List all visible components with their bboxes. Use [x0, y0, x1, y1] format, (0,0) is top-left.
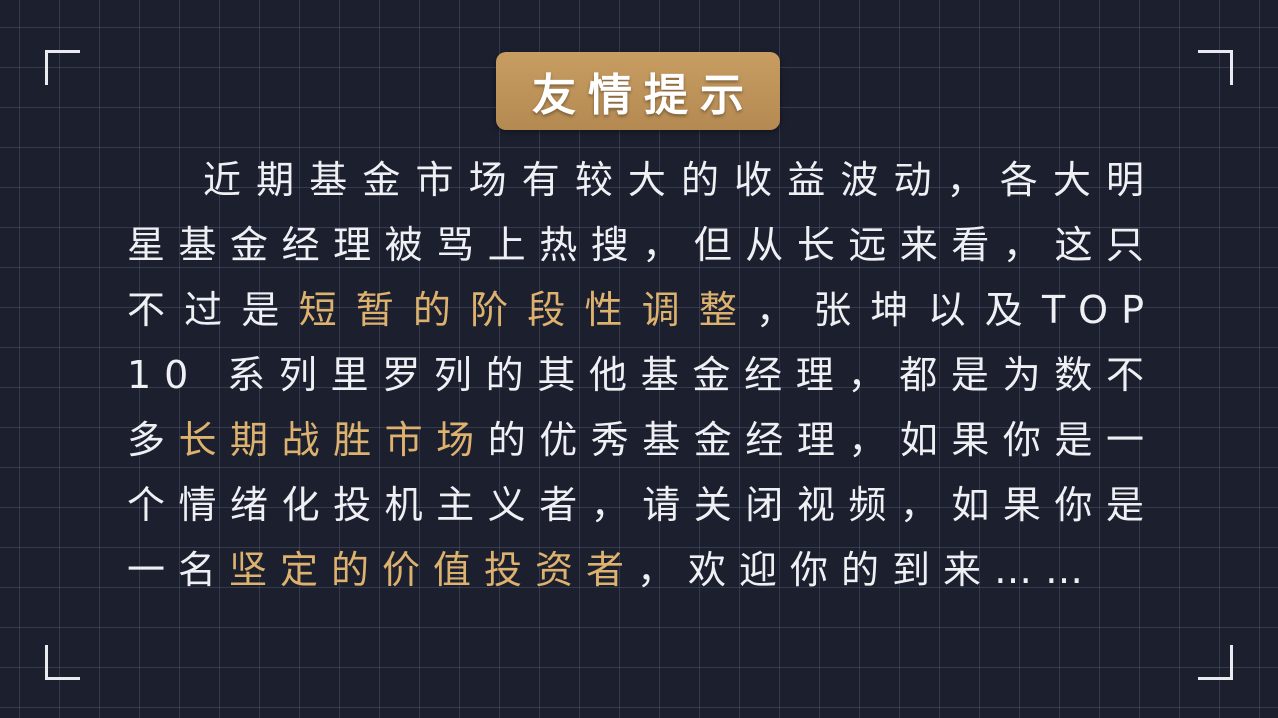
page-title: 友情提示 — [532, 70, 756, 121]
notice-text-part-4: ，欢迎你的到来…… — [637, 548, 1097, 592]
highlight-beat-market-long-term: 长期战胜市场 — [178, 418, 488, 462]
highlight-short-term-adjustment: 短暂的阶段性调整 — [298, 288, 757, 332]
corner-bracket-top-left — [45, 50, 80, 85]
notice-paragraph: 近期基金市场有较大的收益波动，各大明星基金经理被骂上热搜，但从长远来看，这只不过… — [127, 148, 1157, 603]
highlight-value-investor: 坚定的价值投资者 — [229, 548, 638, 592]
corner-bracket-bottom-right — [1198, 645, 1233, 680]
corner-bracket-top-right — [1198, 50, 1233, 85]
corner-bracket-bottom-left — [45, 645, 80, 680]
title-badge: 友情提示 — [496, 52, 780, 130]
